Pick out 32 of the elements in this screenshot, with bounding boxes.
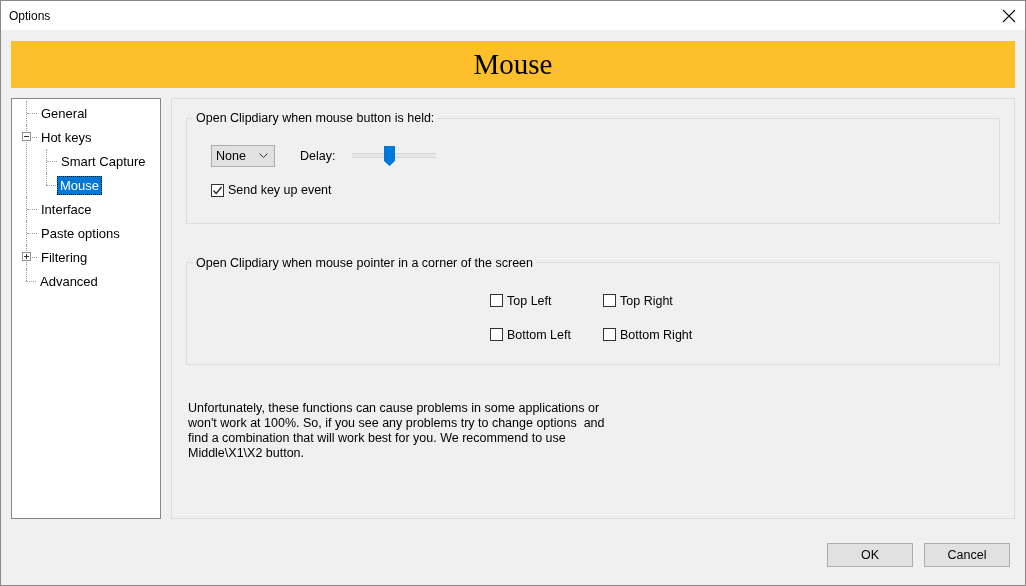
checkbox-label[interactable]: Top Right xyxy=(620,293,673,308)
ok-button[interactable]: OK xyxy=(827,543,913,567)
delay-label: Delay: xyxy=(300,149,336,163)
checkbox-label[interactable]: Send key up event xyxy=(228,183,332,197)
cancel-button[interactable]: Cancel xyxy=(924,543,1010,567)
checkbox-label[interactable]: Bottom Right xyxy=(620,327,693,342)
note-text: Unfortunately, these functions can cause problems in some applications or won't work at 100%. So, if you see any problems try to change options and find a combination that will work best for you. We recommend to use Middle\X1\X2 button. xyxy=(188,400,606,461)
tree-item[interactable]: Advanced xyxy=(37,271,101,291)
checkbox[interactable] xyxy=(603,294,616,307)
window-title: Options xyxy=(9,8,51,23)
checkbox-label[interactable]: Bottom Left xyxy=(507,327,571,342)
chevron-icon[interactable] xyxy=(259,153,268,159)
close-icon[interactable] xyxy=(1002,8,1016,23)
checkbox[interactable] xyxy=(603,328,616,341)
tree-item[interactable]: General xyxy=(38,103,91,123)
tree-item[interactable]: Paste options xyxy=(38,223,123,243)
tree-item[interactable]: Interface xyxy=(38,199,95,219)
group-title: Open Clipdiary when mouse button is held: xyxy=(195,111,436,125)
expand-icon[interactable] xyxy=(22,252,31,261)
tree-item[interactable]: Hot keys xyxy=(38,127,95,147)
dropdown[interactable]: None xyxy=(211,145,275,167)
checkbox[interactable] xyxy=(490,294,503,307)
tree-item[interactable]: Smart Capture xyxy=(58,151,149,171)
slider-thumb[interactable] xyxy=(384,146,396,166)
checkbox[interactable] xyxy=(490,328,503,341)
checkbox-label[interactable]: Top Left xyxy=(507,293,552,308)
tree-item[interactable]: Mouse xyxy=(57,175,103,195)
checkbox[interactable] xyxy=(211,183,224,197)
group-title: Open Clipdiary when mouse pointer in a corner of the screen xyxy=(195,255,534,270)
tree-item[interactable]: Filtering xyxy=(38,247,91,267)
collapse-icon[interactable] xyxy=(22,132,31,141)
page-header: Mouse xyxy=(11,41,1015,88)
